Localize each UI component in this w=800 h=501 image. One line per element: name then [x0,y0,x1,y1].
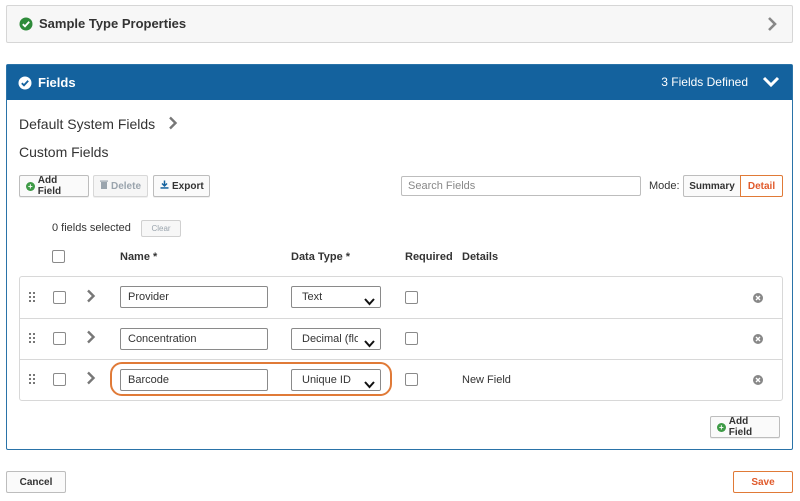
mode-label: Mode: [649,180,680,192]
chevron-right-icon[interactable] [86,371,96,388]
field-name-input[interactable] [120,328,268,350]
remove-field-icon[interactable] [753,333,763,347]
fields-count: 3 Fields Defined [661,75,748,89]
column-header-name: Name * [120,251,158,263]
check-circle-icon [19,17,33,34]
default-system-fields-toggle[interactable]: Default System Fields [19,116,155,132]
plus-circle-icon: + [26,181,35,191]
chevron-right-icon[interactable] [168,116,178,133]
mode-summary-button[interactable]: Summary [683,175,741,197]
data-type-select[interactable]: Text [291,286,381,308]
panel-title: Sample Type Properties [39,16,187,31]
remove-field-icon[interactable] [753,292,763,306]
data-type-select[interactable]: Decimal (floating point) [291,328,381,350]
plus-circle-icon: + [717,422,726,432]
add-field-bottom-button[interactable]: + Add Field [710,416,780,438]
delete-button[interactable]: Delete [93,175,148,197]
chevron-right-icon[interactable] [766,16,778,35]
save-button[interactable]: Save [733,471,793,493]
field-row: Decimal (floating point) [20,318,782,359]
required-checkbox[interactable] [405,291,418,304]
chevron-down-icon[interactable] [762,76,780,91]
chevron-right-icon[interactable] [86,330,96,347]
column-header-data-type: Data Type * [291,251,351,263]
row-checkbox[interactable] [53,291,66,304]
selected-count: 0 fields selected [52,222,131,234]
cancel-button[interactable]: Cancel [6,471,66,493]
required-checkbox[interactable] [405,373,418,386]
fields-panel-header[interactable]: Fields 3 Fields Defined [7,65,792,100]
clear-selection-button[interactable]: Clear [141,220,181,237]
field-details: New Field [462,374,511,386]
select-all-checkbox[interactable] [52,250,65,263]
column-header-details: Details [462,251,499,263]
mode-detail-button[interactable]: Detail [740,175,783,197]
required-checkbox[interactable] [405,332,418,345]
field-row: Text [20,277,782,318]
chevron-down-icon [364,335,375,349]
field-name-input[interactable] [120,286,268,308]
custom-fields-label: Custom Fields [19,144,109,160]
add-field-button[interactable]: + Add Field [19,175,89,197]
search-fields-input[interactable] [401,176,641,196]
remove-field-icon[interactable] [753,374,763,388]
sample-type-properties-panel[interactable]: Sample Type Properties [6,5,793,43]
chevron-down-icon [364,293,375,307]
row-checkbox[interactable] [53,332,66,345]
row-checkbox[interactable] [53,373,66,386]
download-icon [160,180,169,192]
trash-icon [100,180,108,192]
highlight-annotation [110,362,392,396]
column-header-required: Required [405,251,453,263]
chevron-right-icon[interactable] [86,289,96,306]
panel-title: Fields [38,75,76,90]
export-button[interactable]: Export [153,175,210,197]
check-circle-icon [18,76,32,93]
